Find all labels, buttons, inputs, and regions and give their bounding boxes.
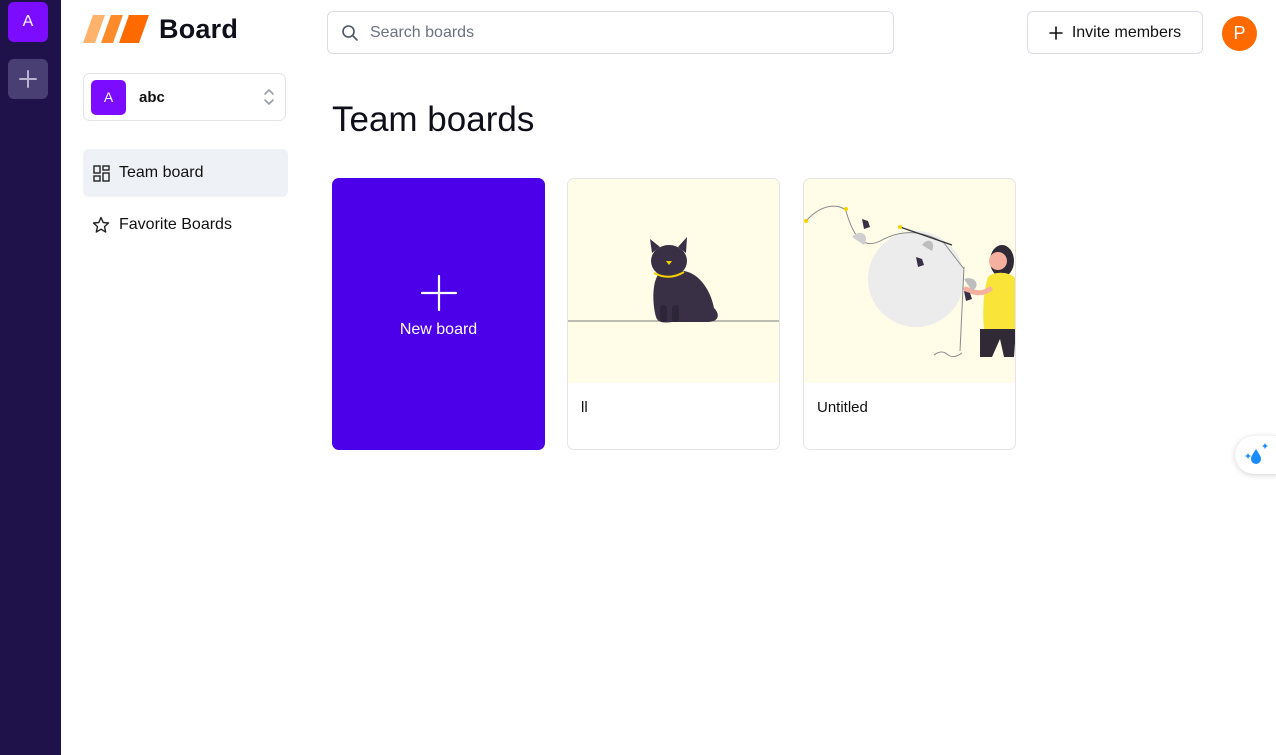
logo-mark-icon xyxy=(83,15,149,43)
dashboard-icon xyxy=(92,164,110,182)
chevron-up-down-icon xyxy=(264,89,274,105)
org-rail: A xyxy=(0,0,61,755)
rail-org-button[interactable]: A xyxy=(8,2,48,42)
user-avatar[interactable]: P xyxy=(1222,16,1257,51)
search-icon xyxy=(342,24,358,41)
board-title: Untitled xyxy=(817,399,868,416)
org-name: abc xyxy=(139,88,165,106)
nav-item-label: Favorite Boards xyxy=(119,216,232,233)
search-bar xyxy=(327,11,894,54)
add-org-button[interactable] xyxy=(8,59,48,99)
nav-item-favorite-boards[interactable]: Favorite Boards xyxy=(83,201,288,249)
board-card[interactable]: ll xyxy=(567,178,780,450)
org-avatar: A xyxy=(91,79,126,115)
brand-logo[interactable]: Board xyxy=(83,12,253,46)
new-board-label: New board xyxy=(399,321,478,338)
board-card[interactable]: Untitled xyxy=(803,178,1016,450)
plus-icon xyxy=(420,275,457,311)
board-thumbnail xyxy=(568,179,779,383)
plus-icon xyxy=(1049,25,1063,40)
user-initial: P xyxy=(1233,23,1246,43)
cat-illustration-icon xyxy=(568,237,779,323)
water-drop-sparkle-icon xyxy=(1245,443,1268,464)
search-input[interactable] xyxy=(368,22,872,43)
org-switcher[interactable]: A abc xyxy=(83,73,286,121)
star-icon xyxy=(92,216,110,234)
brand-name: Board xyxy=(159,13,239,44)
assistant-widget-button[interactable] xyxy=(1235,436,1276,474)
plus-icon xyxy=(19,70,37,88)
woman-fishing-illustration-icon xyxy=(804,205,1015,358)
nav-item-team-board[interactable]: Team board xyxy=(83,149,288,197)
rail-org-initial: A xyxy=(22,13,34,30)
board-title: ll xyxy=(581,399,588,416)
invite-members-button[interactable]: Invite members xyxy=(1027,11,1203,54)
new-board-button[interactable]: New board xyxy=(332,178,545,450)
page-title: Team boards xyxy=(332,100,535,139)
invite-members-label: Invite members xyxy=(1071,23,1182,41)
org-initial: A xyxy=(103,89,114,105)
board-thumbnail xyxy=(804,179,1015,383)
nav-item-label: Team board xyxy=(119,164,204,181)
